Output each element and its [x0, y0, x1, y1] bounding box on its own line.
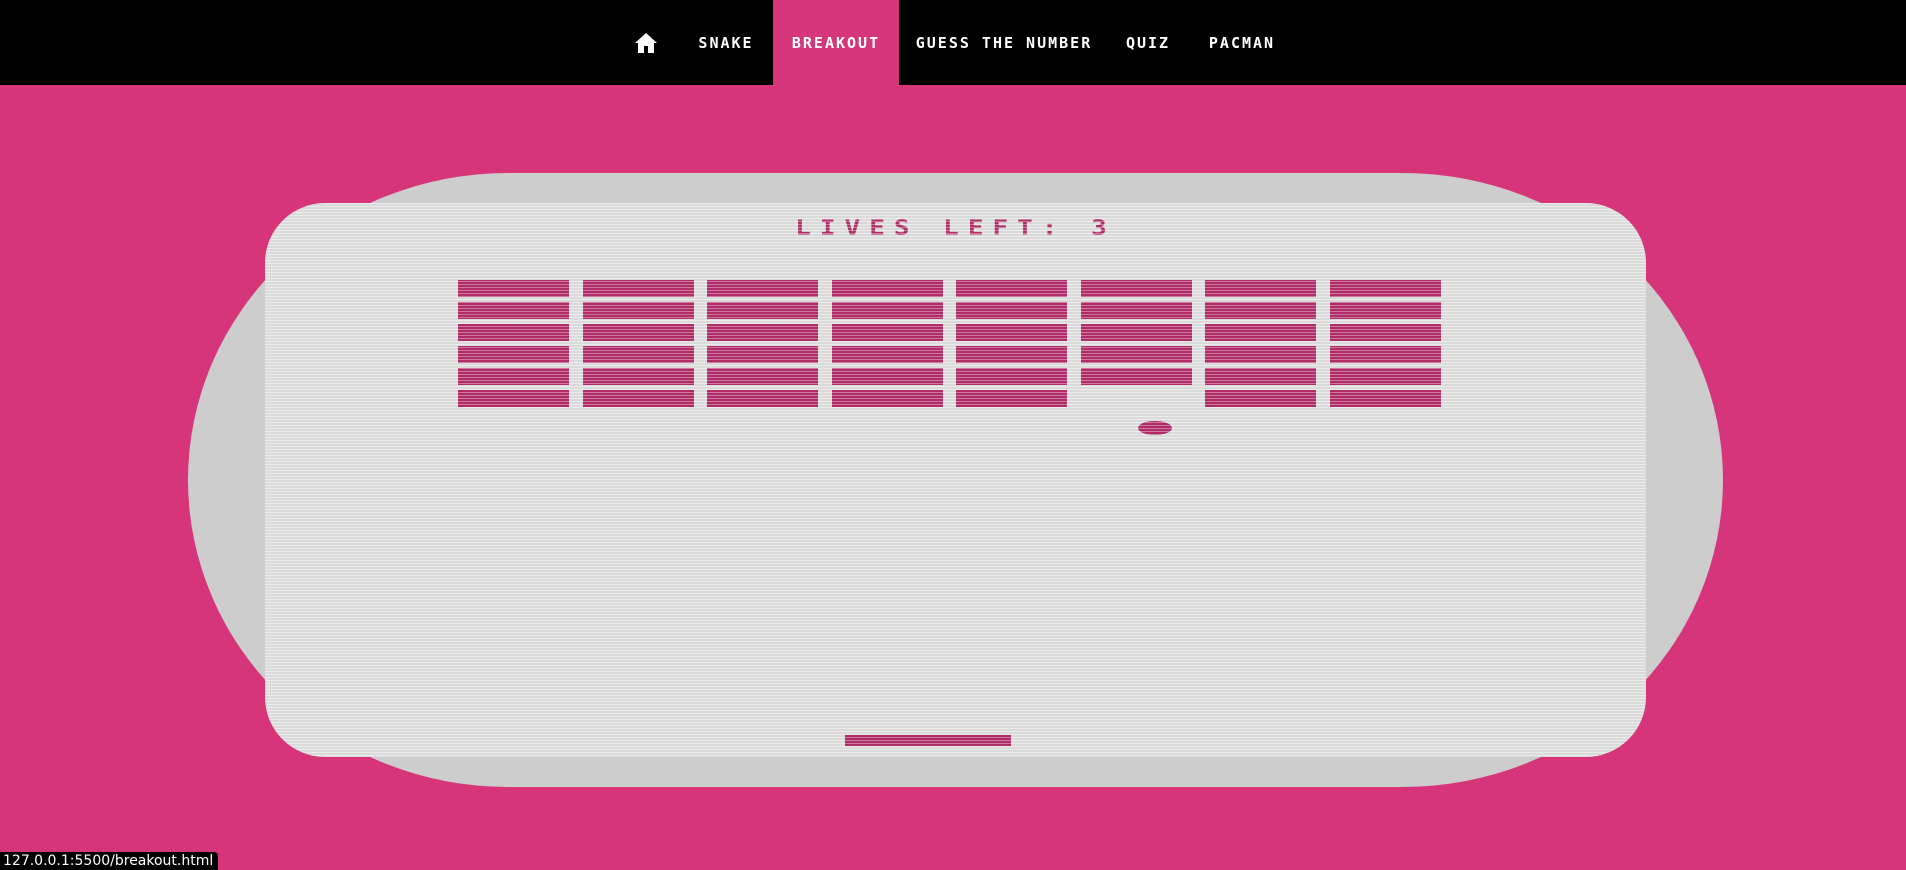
brick — [1080, 302, 1192, 319]
brick — [1205, 346, 1316, 363]
brick — [831, 368, 943, 385]
brick — [458, 280, 569, 297]
nav-quiz[interactable]: QUIZ — [1118, 0, 1178, 85]
brick — [582, 368, 694, 385]
nav-pacman[interactable]: PACMAN — [1194, 0, 1290, 85]
brick — [707, 368, 818, 385]
brick — [1080, 346, 1192, 363]
nav-breakout-label: BREAKOUT — [791, 33, 881, 52]
brick — [707, 302, 818, 319]
brick — [1205, 302, 1316, 319]
brick — [1329, 368, 1441, 385]
nav-pacman-label: PACMAN — [1208, 33, 1276, 52]
brick — [831, 302, 943, 319]
brick — [1080, 324, 1192, 341]
top-navbar: SNAKE BREAKOUT GUESS THE NUMBER QUIZ PAC… — [0, 0, 1906, 85]
brick — [458, 302, 569, 319]
nav-guess-the-number-label: GUESS THE NUMBER — [915, 33, 1093, 52]
home-icon[interactable] — [630, 0, 662, 85]
nav-snake-label: SNAKE — [698, 33, 754, 52]
brick — [582, 280, 694, 297]
brick — [707, 346, 818, 363]
brick — [956, 390, 1067, 407]
brick — [1329, 280, 1441, 297]
brick — [458, 390, 569, 407]
nav-menu: SNAKE BREAKOUT GUESS THE NUMBER QUIZ PAC… — [0, 0, 1906, 85]
brick — [582, 302, 694, 319]
brick — [1329, 346, 1441, 363]
brick — [956, 280, 1067, 297]
brick — [707, 280, 818, 297]
nav-breakout[interactable]: BREAKOUT — [773, 0, 899, 85]
brick — [582, 346, 694, 363]
brick — [956, 346, 1067, 363]
brick — [458, 324, 569, 341]
nav-guess-the-number[interactable]: GUESS THE NUMBER — [904, 0, 1104, 85]
brick — [956, 368, 1067, 385]
brick — [1329, 302, 1441, 319]
home-icon-glyph — [635, 32, 657, 53]
brick — [582, 390, 694, 407]
brick — [707, 390, 818, 407]
brick — [1205, 280, 1316, 297]
brick — [1080, 368, 1192, 385]
brick — [831, 280, 943, 297]
brick — [1205, 324, 1316, 341]
nav-snake[interactable]: SNAKE — [680, 0, 772, 85]
brick — [458, 346, 569, 363]
brick — [1080, 280, 1192, 297]
brick — [1329, 324, 1441, 341]
brick-field — [265, 203, 1646, 757]
brick — [956, 324, 1067, 341]
status-bar-url: 127.0.0.1:5500/breakout.html — [0, 852, 219, 870]
brick — [707, 324, 818, 341]
ball — [1138, 421, 1172, 435]
brick — [831, 390, 943, 407]
brick — [1205, 368, 1316, 385]
game-screen[interactable]: LIVES LEFT: 3 — [265, 203, 1646, 757]
brick — [831, 324, 943, 341]
brick — [956, 302, 1067, 319]
brick — [831, 346, 943, 363]
brick — [458, 368, 569, 385]
nav-quiz-label: QUIZ — [1125, 33, 1171, 52]
paddle[interactable] — [845, 735, 1011, 746]
brick — [1329, 390, 1441, 407]
brick — [1205, 390, 1316, 407]
brick — [582, 324, 694, 341]
